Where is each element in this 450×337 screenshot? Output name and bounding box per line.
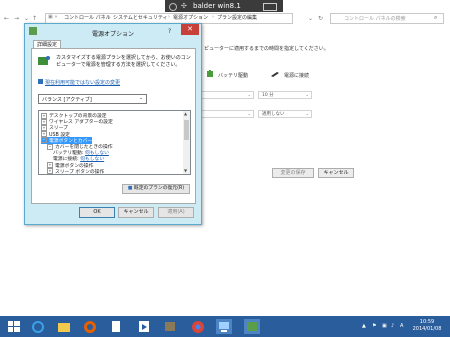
scroll-down-icon[interactable]: ▼ (184, 168, 187, 173)
power-settings-description: ピューターに適用するまでの時間を指定してください。 (204, 46, 329, 52)
shield-icon (38, 79, 43, 84)
signal-icon: ✣ (181, 2, 187, 10)
breadcrumb-separator-icon: › (212, 14, 214, 20)
plugged-column-label: 電源に接続 (284, 73, 310, 79)
power-plan-icon (37, 55, 51, 67)
help-button[interactable]: ? (168, 28, 171, 35)
chevron-down-icon: ⌄ (305, 111, 309, 116)
restore-defaults-button[interactable]: ■ 既定のプランの復元(R) (122, 184, 190, 194)
advanced-settings-pane: カスタマイズする電源プランを選択してから、お使いのコンピューターで電源を管理する… (31, 48, 196, 204)
search-placeholder: コントロール パネルの検索 (344, 16, 406, 22)
chevron-down-icon: ⌄ (247, 111, 251, 116)
gimp-icon[interactable] (162, 319, 178, 334)
plug-icon (270, 70, 281, 78)
save-changes-button[interactable]: 変更の保存 (272, 168, 314, 178)
taskbar: ▲ ⚑ ▣ ♪ A 10:59 2014/01/08 (0, 316, 450, 337)
file-explorer-icon[interactable] (56, 319, 72, 334)
remote-session-bar[interactable]: ✣ balder win8.1 (165, 0, 283, 12)
dialog-title: 電源オプション (91, 31, 134, 38)
refresh-icon[interactable]: ↻ (318, 15, 323, 22)
ime-indicator[interactable]: A (400, 323, 403, 329)
power-plan-value: バランス [アクティブ] (42, 97, 92, 103)
power-options-taskbar-icon[interactable] (244, 319, 260, 334)
taskbar-clock[interactable]: 10:59 2014/01/08 (407, 319, 447, 333)
breadcrumb-system-security[interactable]: システムとセキュリティ (113, 14, 168, 21)
battery-icon (206, 70, 215, 78)
tree-item-label: スリープ ボタンの操作 (55, 169, 105, 175)
background-cancel-button[interactable]: キャンセル (318, 168, 354, 178)
chevron-down-icon: ⌄ (305, 92, 309, 97)
restore-defaults-label: 既定のプランの復元(R) (133, 186, 185, 191)
apply-button[interactable]: 適用(A) (158, 207, 194, 218)
breadcrumb-separator-icon: › (168, 14, 170, 20)
cancel-button[interactable]: キャンセル (118, 207, 154, 218)
forward-button[interactable]: → (14, 15, 19, 22)
flag-icon[interactable]: ⚑ (372, 323, 376, 329)
clock-time: 10:59 (419, 319, 435, 325)
media-player-icon[interactable] (136, 319, 152, 334)
breadcrumb-control-panel[interactable]: コントロール パネル (64, 14, 111, 21)
up-button[interactable]: ↑ (32, 15, 37, 22)
pin-icon[interactable] (169, 3, 177, 11)
start-windows-icon[interactable] (6, 319, 22, 334)
chrome-icon[interactable] (190, 319, 206, 334)
clock-date: 2014/01/08 (412, 326, 442, 332)
volume-icon[interactable]: ♪ (391, 323, 394, 329)
tree-item[interactable]: + スリープ ボタンの操作 (47, 168, 105, 175)
control-panel-taskbar-icon[interactable] (216, 319, 232, 334)
close-button[interactable]: ✕ (181, 24, 199, 35)
chevron-down-icon: ⌄ (247, 92, 251, 97)
tree-scrollbar[interactable]: ▲ ▼ (183, 110, 191, 175)
network-icon[interactable]: ▣ (382, 323, 387, 329)
dropdown-chevron-icon[interactable]: ⌄ (308, 15, 313, 22)
sleep-plugged-select[interactable]: 10 分 ⌄ (258, 91, 312, 99)
dialog-description: カスタマイズする電源プランを選択してから、お使いのコンピューターで電源を管理する… (56, 55, 191, 68)
scroll-thumb[interactable] (184, 120, 189, 140)
scroll-up-icon[interactable]: ▲ (184, 111, 187, 116)
search-input[interactable]: コントロール パネルの検索 (330, 13, 444, 24)
keyboard-icon[interactable] (263, 3, 277, 11)
firefox-icon[interactable] (82, 319, 98, 334)
breadcrumb-separator-icon: › (108, 14, 110, 20)
power-options-dialog: 電源オプション ? ✕ 詳細設定 カスタマイズする電源プランを選択してから、お使… (24, 23, 202, 225)
chevron-down-icon: ⌄ (139, 96, 143, 101)
never-plugged-select[interactable]: 適用しない ⌄ (258, 110, 312, 118)
tray-overflow-icon[interactable]: ▲ (362, 323, 366, 329)
internet-explorer-icon[interactable] (30, 319, 46, 334)
recent-pages-chevron-icon[interactable]: ⌄ (24, 15, 29, 22)
background-select-1[interactable]: ⌄ (200, 91, 254, 99)
breadcrumb-root-icon: ▣ » (48, 14, 58, 20)
shield-icon: ■ (127, 186, 133, 191)
ok-button[interactable]: OK (79, 207, 115, 218)
back-button[interactable]: ← (4, 15, 9, 22)
expand-icon[interactable]: + (47, 168, 53, 174)
background-select-2[interactable]: ⌄ (200, 110, 254, 118)
never-value: 適用しない (262, 112, 285, 117)
search-icon[interactable]: ⌕ (434, 14, 437, 22)
change-unavailable-settings-link[interactable]: 現在利用可能ではない設定の変更 (45, 79, 120, 86)
battery-column-label: バッテリ駆動 (218, 73, 249, 79)
settings-tree[interactable]: + デスクトップの背景の設定 + ワイヤレス アダプターの設定 + スリープ + USB 設定… (38, 110, 185, 175)
breadcrumb-power-options[interactable]: 電源オプション (173, 14, 208, 21)
document-icon[interactable] (108, 319, 124, 334)
power-plan-select[interactable]: バランス [アクティブ] ⌄ (38, 94, 147, 104)
sleep-value: 10 分 (262, 93, 274, 98)
remote-session-title: balder win8.1 (193, 2, 241, 10)
breadcrumb-edit-plan[interactable]: プラン設定の編集 (217, 14, 257, 21)
